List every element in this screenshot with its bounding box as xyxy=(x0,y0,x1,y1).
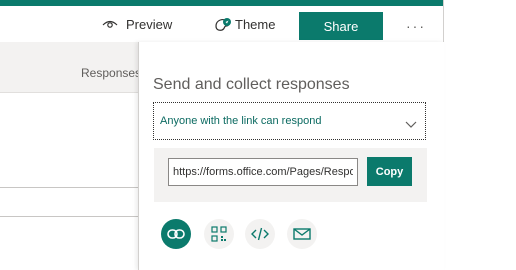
embed-share-button[interactable] xyxy=(245,219,275,249)
audience-selected-value: Anyone with the link can respond xyxy=(160,115,322,127)
divider xyxy=(0,187,138,188)
share-link-box: Copy xyxy=(154,148,427,202)
eye-icon xyxy=(102,20,118,28)
audience-dropdown[interactable]: Anyone with the link can respond xyxy=(153,102,426,140)
panel-title: Send and collect responses xyxy=(153,76,350,93)
divider xyxy=(0,216,138,217)
send-responses-panel: Send and collect responses Anyone with t… xyxy=(138,42,444,270)
email-share-button[interactable] xyxy=(287,219,317,249)
theme-button[interactable]: Theme xyxy=(213,10,275,38)
preview-button[interactable]: Preview xyxy=(102,10,172,38)
chevron-down-icon xyxy=(405,116,417,134)
share-link-input[interactable] xyxy=(168,158,358,186)
qr-code-share-button[interactable] xyxy=(204,219,234,249)
email-icon xyxy=(293,228,311,240)
form-tab-bar: Responses xyxy=(0,42,141,93)
embed-code-icon xyxy=(251,227,269,241)
link-icon xyxy=(167,229,185,239)
share-button[interactable]: Share xyxy=(299,12,383,40)
copy-button[interactable]: Copy xyxy=(367,157,412,186)
toolbar: Preview Theme Share ··· xyxy=(0,6,443,42)
theme-label: Theme xyxy=(235,16,276,32)
link-share-button[interactable] xyxy=(161,219,191,249)
palette-icon xyxy=(213,17,231,31)
qr-code-icon xyxy=(211,226,227,242)
tab-responses[interactable]: Responses xyxy=(81,66,141,80)
preview-label: Preview xyxy=(126,16,173,32)
more-options-button[interactable]: ··· xyxy=(404,14,428,38)
